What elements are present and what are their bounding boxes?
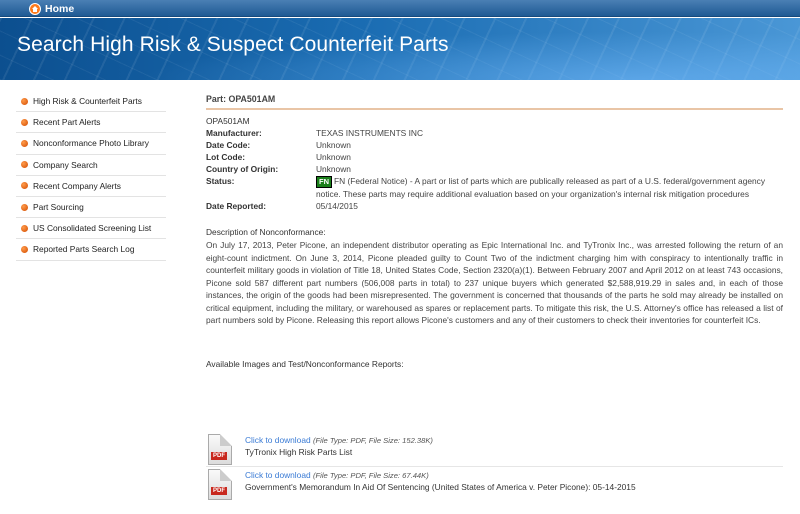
sidebar-item-part-sourcing[interactable]: Part Sourcing bbox=[16, 197, 166, 219]
date-reported-value: 05/14/2015 bbox=[316, 201, 358, 211]
status-label: Status: bbox=[206, 176, 235, 186]
sidebar-item-label: High Risk & Counterfeit Parts bbox=[33, 96, 142, 107]
sidebar-item-label: Recent Part Alerts bbox=[33, 117, 101, 128]
bullet-icon bbox=[21, 161, 28, 169]
bullet-icon bbox=[21, 182, 28, 190]
file-info: (File Type: PDF, File Size: 67.44K) bbox=[312, 471, 429, 480]
pdf-page-fold bbox=[220, 434, 232, 446]
sidebar-item-nonconformance-photo-library[interactable]: Nonconformance Photo Library bbox=[16, 133, 166, 155]
report-item: PDF Click to download (File Type: PDF, F… bbox=[206, 466, 783, 500]
sidebar-item-recent-part-alerts[interactable]: Recent Part Alerts bbox=[16, 112, 166, 134]
report-item: PDF Click to download (File Type: PDF, F… bbox=[206, 432, 783, 466]
pdf-tag: PDF bbox=[211, 452, 227, 460]
sidebar-item-label: Company Search bbox=[33, 159, 98, 170]
bullet-icon bbox=[21, 245, 28, 253]
pdf-page-fold bbox=[220, 469, 232, 481]
page-banner: Search High Risk & Suspect Counterfeit P… bbox=[0, 18, 800, 80]
report-text: Click to download (File Type: PDF, File … bbox=[245, 435, 433, 457]
home-icon bbox=[29, 2, 41, 15]
page-title: Search High Risk & Suspect Counterfeit P… bbox=[17, 33, 449, 56]
federal-notice-badge: FN bbox=[316, 176, 332, 188]
description-section: Description of Nonconformance: On July 1… bbox=[206, 227, 783, 327]
manufacturer-value: TEXAS INSTRUMENTS INC bbox=[316, 128, 424, 138]
home-link[interactable]: Home bbox=[29, 1, 74, 16]
sidebar-item-label: Part Sourcing bbox=[33, 202, 84, 213]
pdf-tag: PDF bbox=[211, 487, 227, 495]
sidebar-item-high-risk-counterfeit-parts[interactable]: High Risk & Counterfeit Parts bbox=[16, 91, 166, 113]
lot-code-row: Lot Code: Unknown bbox=[206, 151, 783, 163]
report-text: Click to download (File Type: PDF, File … bbox=[245, 470, 636, 492]
lot-code-label: Lot Code: bbox=[206, 152, 246, 162]
sidebar-item-company-search[interactable]: Company Search bbox=[16, 155, 166, 176]
sidebar-item-label: US Consolidated Screening List bbox=[33, 223, 152, 234]
manufacturer-label: Manufacturer: bbox=[206, 128, 262, 138]
file-info: (File Type: PDF, File Size: 152.38K) bbox=[312, 436, 433, 445]
country-value: Unknown bbox=[316, 164, 351, 174]
top-navigation-bar: Home bbox=[0, 0, 800, 17]
part-heading: Part: OPA501AM bbox=[206, 94, 783, 110]
download-link[interactable]: Click to download bbox=[245, 435, 311, 445]
date-reported-label: Date Reported: bbox=[206, 201, 267, 211]
description-text: On July 17, 2013, Peter Picone, an indep… bbox=[206, 240, 783, 325]
manufacturer-row: Manufacturer: TEXAS INSTRUMENTS INC bbox=[206, 127, 783, 139]
home-label: Home bbox=[45, 2, 75, 15]
date-code-row: Date Code: Unknown bbox=[206, 139, 783, 151]
part-detail: Part: OPA501AM OPA501AM Manufacturer: TE… bbox=[206, 94, 783, 500]
bullet-icon bbox=[21, 118, 28, 126]
bullet-icon bbox=[21, 139, 28, 147]
part-number: OPA501AM bbox=[206, 116, 250, 126]
description-label: Description of Nonconformance: bbox=[206, 227, 326, 237]
date-reported-row: Date Reported: 05/14/2015 bbox=[206, 200, 783, 212]
report-title: Government's Memorandum In Aid Of Senten… bbox=[245, 482, 636, 492]
bullet-icon bbox=[21, 97, 28, 105]
bullet-icon bbox=[21, 224, 28, 232]
status-row: Status: FN FN (Federal Notice) - A part o… bbox=[206, 175, 783, 200]
sidebar-item-label: Recent Company Alerts bbox=[33, 180, 121, 191]
pdf-file-icon[interactable]: PDF bbox=[206, 469, 236, 502]
status-value: FN FN (Federal Notice) - A part or list o… bbox=[316, 175, 783, 200]
sidebar-item-label: Reported Parts Search Log bbox=[33, 244, 135, 255]
lot-code-value: Unknown bbox=[316, 152, 351, 162]
bullet-icon bbox=[21, 203, 28, 211]
download-link[interactable]: Click to download bbox=[245, 470, 311, 480]
sidebar-item-label: Nonconformance Photo Library bbox=[33, 138, 149, 149]
report-title: TyTronix High Risk Parts List bbox=[245, 447, 353, 457]
pdf-file-icon[interactable]: PDF bbox=[206, 434, 236, 467]
available-reports-label: Available Images and Test/Nonconformance… bbox=[206, 358, 404, 369]
date-code-label: Date Code: bbox=[206, 140, 251, 150]
country-label: Country of Origin: bbox=[206, 164, 279, 174]
date-code-value: Unknown bbox=[316, 140, 351, 150]
sidebar-item-recent-company-alerts[interactable]: Recent Company Alerts bbox=[16, 176, 166, 197]
sidebar-item-us-consolidated-screening-list[interactable]: US Consolidated Screening List bbox=[16, 218, 166, 240]
country-row: Country of Origin: Unknown bbox=[206, 163, 783, 175]
sidebar: High Risk & Counterfeit Parts Recent Par… bbox=[16, 91, 166, 261]
status-text: FN (Federal Notice) - A part or list of … bbox=[316, 176, 766, 199]
sidebar-item-reported-parts-search-log[interactable]: Reported Parts Search Log bbox=[16, 239, 166, 261]
